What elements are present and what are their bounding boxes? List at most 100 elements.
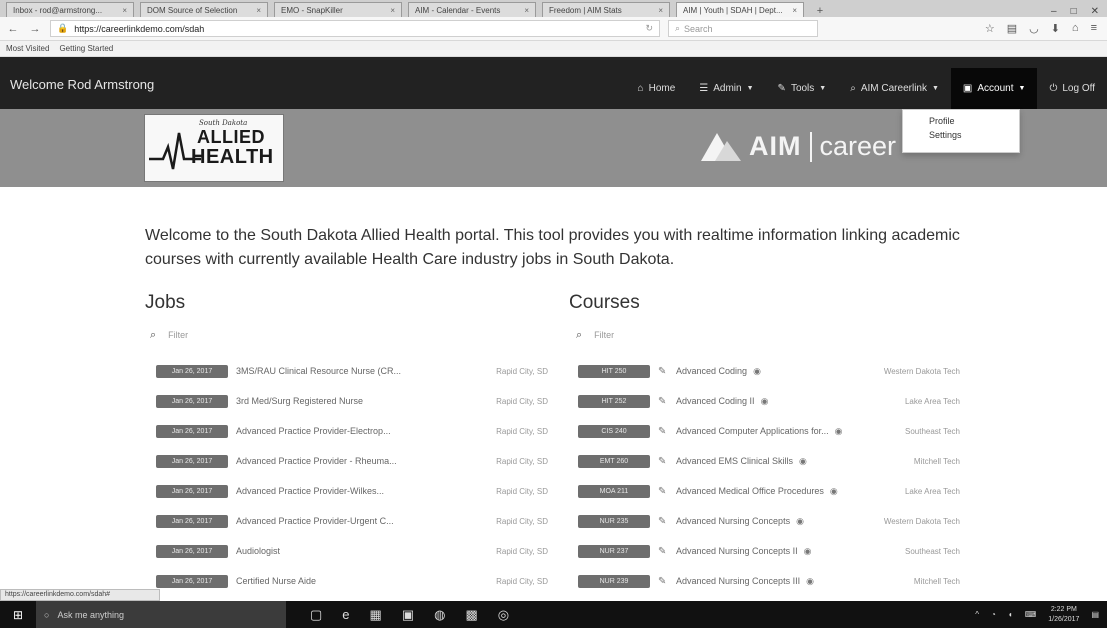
course-title[interactable]: Advanced Nursing Concepts III (676, 576, 800, 586)
browser-tab-active[interactable]: AIM | Youth | SDAH | Dept... × (676, 2, 804, 17)
bookmark-star-icon[interactable]: ☆ (985, 22, 995, 35)
course-row[interactable]: MOA 211 ✎ Advanced Medical Office Procedur… (578, 483, 960, 499)
job-row[interactable]: Jan 26, 2017 Certified Nurse Aide Rapid Ci… (156, 573, 548, 589)
notification-icon[interactable]: ▤ (1091, 610, 1099, 619)
minimize-icon[interactable]: – (1051, 6, 1057, 17)
clock[interactable]: 2:22 PM 1/26/2017 (1048, 605, 1079, 625)
forward-icon[interactable]: → (28, 23, 42, 35)
nav-home[interactable]: ⌂ Home (626, 68, 688, 109)
course-title[interactable]: Advanced EMS Clinical Skills (676, 456, 793, 466)
menu-item-profile[interactable]: Profile (903, 114, 1019, 128)
job-title[interactable]: 3rd Med/Surg Registered Nurse (236, 396, 456, 406)
url-bar[interactable]: 🔒 https://careerlinkdemo.com/sdah ↻ (50, 20, 660, 37)
browser-tab[interactable]: AIM - Calendar - Events × (408, 2, 536, 17)
firefox-icon[interactable]: ◎ (498, 607, 509, 623)
job-title[interactable]: Audiologist (236, 546, 456, 556)
chrome-icon[interactable]: ◍ (434, 607, 445, 623)
job-row[interactable]: Jan 26, 2017 Audiologist Rapid City, SD (156, 543, 548, 559)
eye-icon[interactable]: ◉ (761, 396, 769, 407)
job-row[interactable]: Jan 26, 2017 3rd Med/Surg Registered Nurs… (156, 393, 548, 409)
maximize-icon[interactable]: □ (1071, 6, 1077, 17)
job-row[interactable]: Jan 26, 2017 Advanced Practice Provider-E… (156, 423, 548, 439)
job-title[interactable]: Certified Nurse Aide (236, 576, 456, 586)
course-row[interactable]: HIT 250 ✎ Advanced Coding ◉ Western Dakota T… (578, 363, 960, 379)
course-title[interactable]: Advanced Coding (676, 366, 747, 376)
eye-icon[interactable]: ◉ (753, 366, 761, 377)
browser-tab[interactable]: Freedom | AIM Stats × (542, 2, 670, 17)
jobs-search-input[interactable]: ⌕ Filter (150, 327, 550, 343)
job-title[interactable]: Advanced Practice Provider-Wilkes... (236, 486, 456, 496)
clipboard-icon[interactable]: ▤ (1007, 22, 1017, 35)
job-row[interactable]: Jan 26, 2017 Advanced Practice Provider-U… (156, 513, 548, 529)
photos-icon[interactable]: ▩ (465, 607, 477, 623)
close-icon[interactable]: × (256, 6, 261, 15)
browser-tab[interactable]: DOM Source of Selection × (140, 2, 268, 17)
nav-account[interactable]: ▣ Account ▼ (950, 68, 1038, 109)
eye-icon[interactable]: ◉ (835, 426, 843, 437)
store-icon[interactable]: ▣ (402, 607, 414, 623)
menu-item-settings[interactable]: Settings (903, 128, 1019, 142)
back-icon[interactable]: ← (6, 23, 20, 35)
pencil-icon[interactable]: ✎ (658, 576, 670, 587)
tray-chevron-icon[interactable]: ^ (975, 610, 979, 619)
close-icon[interactable]: × (122, 6, 127, 15)
course-title[interactable]: Advanced Medical Office Procedures (676, 486, 824, 496)
allied-health-logo[interactable]: South Dakota ALLIED HEALTH (144, 114, 284, 182)
cortana-search-box[interactable]: ○ Ask me anything (36, 601, 286, 628)
course-row[interactable]: HIT 252 ✎ Advanced Coding II ◉ Lake Area Tec… (578, 393, 960, 409)
course-row[interactable]: NUR 235 ✎ Advanced Nursing Concepts ◉ Wester… (578, 513, 960, 529)
nav-tools[interactable]: ✎ Tools ▼ (766, 68, 839, 109)
browser-tab[interactable]: Inbox - rod@armstrong... × (6, 2, 134, 17)
pocket-icon[interactable]: ◡ (1029, 22, 1039, 35)
new-tab-icon[interactable]: + (810, 5, 830, 17)
volume-icon[interactable]: ◖ (1008, 610, 1013, 619)
pencil-icon[interactable]: ✎ (658, 516, 670, 527)
pencil-icon[interactable]: ✎ (658, 366, 670, 377)
course-row[interactable]: NUR 239 ✎ Advanced Nursing Concepts III ◉ Mi… (578, 573, 960, 589)
course-row[interactable]: EMT 260 ✎ Advanced EMS Clinical Skills ◉ Mit… (578, 453, 960, 469)
nav-aim-careerlink[interactable]: ⌕ AIM Careerlink ▼ (838, 68, 951, 109)
course-title[interactable]: Advanced Nursing Concepts II (676, 546, 798, 556)
bookmark-most-visited[interactable]: Most Visited (6, 44, 49, 53)
job-title[interactable]: 3MS/RAU Clinical Resource Nurse (CR... (236, 366, 456, 376)
browser-search-input[interactable]: ⌕ Search (668, 20, 818, 37)
job-title[interactable]: Advanced Practice Provider-Urgent C... (236, 516, 456, 526)
pencil-icon[interactable]: ✎ (658, 426, 670, 437)
close-icon[interactable]: × (658, 6, 663, 15)
windows-start-icon[interactable]: ⊞ (0, 608, 36, 622)
close-window-icon[interactable]: ✕ (1091, 6, 1099, 17)
job-row[interactable]: Jan 26, 2017 3MS/RAU Clinical Resource Nu… (156, 363, 548, 379)
course-title[interactable]: Advanced Nursing Concepts (676, 516, 790, 526)
home-browser-icon[interactable]: ⌂ (1072, 22, 1079, 35)
job-row[interactable]: Jan 26, 2017 Advanced Practice Provider-W… (156, 483, 548, 499)
pencil-icon[interactable]: ✎ (658, 486, 670, 497)
course-title[interactable]: Advanced Computer Applications for... (676, 426, 829, 436)
network-icon[interactable]: ◔ (991, 610, 996, 619)
file-explorer-icon[interactable]: ▦ (370, 607, 382, 623)
download-icon[interactable]: ⬇ (1051, 22, 1060, 35)
eye-icon[interactable]: ◉ (796, 516, 804, 527)
nav-log-off[interactable]: ⏻ Log Off (1037, 68, 1107, 109)
eye-icon[interactable]: ◉ (799, 456, 807, 467)
courses-search-input[interactable]: ⌕ Filter (576, 327, 976, 343)
keyboard-icon[interactable]: ⌨ (1025, 610, 1037, 619)
close-icon[interactable]: × (390, 6, 395, 15)
close-icon[interactable]: × (792, 6, 797, 15)
job-row[interactable]: Jan 26, 2017 Advanced Practice Provider -… (156, 453, 548, 469)
pencil-icon[interactable]: ✎ (658, 396, 670, 407)
task-view-icon[interactable]: ▢ (310, 607, 322, 623)
job-title[interactable]: Advanced Practice Provider-Electrop... (236, 426, 456, 436)
nav-admin[interactable]: ☰ Admin ▼ (687, 68, 765, 109)
reload-icon[interactable]: ↻ (645, 23, 653, 34)
eye-icon[interactable]: ◉ (830, 486, 838, 497)
course-row[interactable]: NUR 237 ✎ Advanced Nursing Concepts II ◉ Sou… (578, 543, 960, 559)
pencil-icon[interactable]: ✎ (658, 546, 670, 557)
eye-icon[interactable]: ◉ (804, 546, 812, 557)
browser-tab[interactable]: EMO - SnapKiller × (274, 2, 402, 17)
course-title[interactable]: Advanced Coding II (676, 396, 755, 406)
edge-icon[interactable]: e (342, 607, 349, 623)
bookmark-getting-started[interactable]: Getting Started (59, 44, 113, 53)
menu-icon[interactable]: ≡ (1091, 22, 1097, 35)
job-title[interactable]: Advanced Practice Provider - Rheuma... (236, 456, 456, 466)
pencil-icon[interactable]: ✎ (658, 456, 670, 467)
